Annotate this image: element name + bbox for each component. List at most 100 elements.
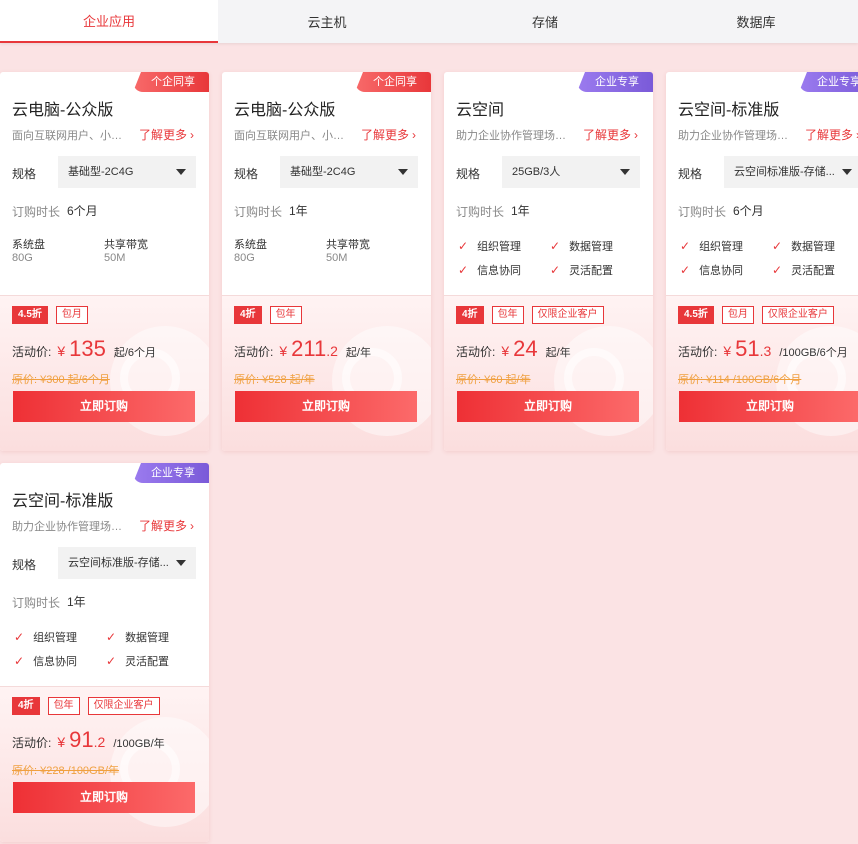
feature-label: 灵活配置 [125, 656, 170, 668]
spec-select[interactable]: 基础型-2C4G [58, 156, 196, 188]
tab-enterprise-apps[interactable]: 企业应用 [0, 0, 218, 43]
feature-label: 组织管理 [477, 241, 522, 253]
tag-badge: 包年 [491, 306, 524, 324]
feature-item: ✓ 信息协同 [458, 262, 521, 278]
ribbon-badge: 企业专享 [799, 72, 858, 92]
card-price-section: 4.5折 包月 仅限企业客户 活动价: ¥ 51 .3 /100GB/6个月 原价:… [666, 295, 858, 451]
ribbon-badge: 企业专享 [577, 72, 653, 92]
activity-price-label: 活动价: [12, 736, 52, 750]
check-icon: ✓ [772, 239, 783, 253]
buy-now-button[interactable]: 立即订购 [457, 391, 639, 422]
buy-now-button[interactable]: 立即订购 [13, 782, 195, 813]
card-price-section: 4折 包年 活动价: ¥ 211 .2 起/年 原价: ¥528 起/年 立即订购 [222, 295, 431, 451]
feature-label: 灵活配置 [791, 265, 836, 277]
price-decimal: .2 [326, 343, 338, 359]
spec-select[interactable]: 云空间标准版-存储... [58, 547, 196, 579]
tag-row: 4折 包年 [234, 306, 302, 324]
tag-badge: 包月 [55, 306, 88, 324]
learn-more-link[interactable]: 了解更多› [583, 126, 638, 143]
check-icon: ✓ [680, 239, 691, 253]
spec-label: 规格 [234, 167, 259, 181]
price-row: 活动价: ¥ 211 .2 起/年 [234, 336, 371, 362]
price-integer: 135 [69, 336, 106, 361]
duration-value[interactable]: 6个月 [67, 202, 98, 219]
spec-select[interactable]: 基础型-2C4G [280, 156, 418, 188]
discount-badge: 4折 [12, 697, 40, 715]
price-decimal: .3 [759, 343, 772, 359]
feature-item: ✓ 组织管理 [680, 238, 743, 254]
duration-label: 订购时长 [456, 205, 505, 219]
original-price: 原价: ¥300 起/6个月 [12, 374, 110, 386]
price-unit: /100GB/年 [113, 738, 165, 750]
feature-item: ✓ 信息协同 [14, 653, 77, 669]
original-price: 原价: ¥528 起/年 [234, 374, 315, 386]
feature-label: 数据管理 [791, 241, 836, 253]
product-title: 云电脑-公众版 [12, 102, 114, 119]
activity-price-label: 活动价: [678, 345, 718, 359]
spec-select[interactable]: 云空间标准版-存储... [724, 156, 858, 188]
system-disk-label: 系统盘 [12, 239, 45, 251]
ribbon-badge: 企业专享 [133, 463, 209, 483]
spec-label: 规格 [456, 167, 481, 181]
check-icon: ✓ [458, 239, 469, 253]
buy-now-button[interactable]: 立即订购 [13, 391, 195, 422]
discount-badge: 4折 [234, 306, 262, 324]
currency-symbol: ¥ [723, 343, 732, 359]
card-header-section: 企业专享 云空间-标准版 助力企业协作管理场景... 了解更多› 规格 云空间标… [666, 72, 858, 295]
product-title: 云电脑-公众版 [234, 102, 336, 119]
feature-item: ✓ 数据管理 [550, 238, 613, 254]
card-price-section: 4.5折 包月 活动价: ¥ 135 起/6个月 原价: ¥300 起/6个月 立… [0, 295, 209, 451]
duration-value[interactable]: 1年 [511, 202, 530, 219]
activity-price-label: 活动价: [456, 345, 496, 359]
price-integer: 91 [69, 727, 94, 752]
price-integer: 211 [291, 336, 327, 361]
buy-now-button[interactable]: 立即订购 [679, 391, 858, 422]
tag-badge: 仅限企业客户 [87, 697, 160, 715]
original-price: 原价: ¥228 /100GB/年 [12, 765, 119, 777]
learn-more-link[interactable]: 了解更多› [139, 517, 194, 534]
chevron-right-icon: › [190, 519, 195, 533]
feature-item: ✓ 组织管理 [14, 629, 77, 645]
discount-badge: 4折 [456, 306, 484, 324]
spec-label: 规格 [12, 558, 37, 572]
tag-badge: 仅限企业客户 [761, 306, 834, 324]
ribbon-badge: 个企同享 [355, 72, 431, 92]
check-icon: ✓ [550, 263, 561, 277]
chevron-right-icon: › [634, 128, 639, 142]
price-unit: 起/6个月 [113, 347, 157, 359]
feature-label: 数据管理 [569, 241, 614, 253]
card-header-section: 企业专享 云空间 助力企业协作管理场景... 了解更多 › 规格 25GB/3人 … [444, 72, 653, 295]
caret-down-icon [620, 169, 630, 175]
tab-database[interactable]: 数据库 [654, 0, 858, 43]
spec-select-value: 云空间标准版-存储... [734, 166, 835, 178]
learn-more-link[interactable]: 了解更多› [805, 126, 858, 143]
product-card: 企业专享 云空间 助力企业协作管理场景... 了解更多 › 规格 25GB/3人 … [444, 72, 653, 451]
tab-cloud-host[interactable]: 云主机 [218, 0, 436, 43]
learn-more-link[interactable]: 了解更多› [139, 126, 194, 143]
caret-down-icon [842, 169, 852, 175]
tag-row: 4折 包年 仅限企业客户 [456, 306, 604, 324]
ribbon-badge: 个企同享 [133, 72, 209, 92]
tab-storage[interactable]: 存储 [436, 0, 654, 43]
price-unit: 起/年 [345, 347, 371, 359]
caret-down-icon [176, 560, 186, 566]
check-icon: ✓ [14, 630, 25, 644]
duration-value[interactable]: 6个月 [733, 202, 764, 219]
price-unit: 起/年 [545, 347, 571, 359]
learn-more-label: 了解更多 [139, 519, 188, 533]
learn-more-link[interactable]: 了解更多› [361, 126, 416, 143]
tag-row: 4.5折 包月 [12, 306, 88, 324]
bandwidth-value: 50M [326, 252, 348, 264]
feature-label: 组织管理 [699, 241, 744, 253]
buy-now-button[interactable]: 立即订购 [235, 391, 417, 422]
duration-value[interactable]: 1年 [67, 593, 86, 610]
feature-label: 信息协同 [477, 265, 522, 277]
caret-down-icon [398, 169, 408, 175]
feature-item: ✓ 组织管理 [458, 238, 521, 254]
check-icon: ✓ [14, 654, 25, 668]
spec-select-value: 基础型-2C4G [290, 166, 356, 178]
spec-select[interactable]: 25GB/3人 [502, 156, 640, 188]
feature-label: 信息协同 [33, 656, 78, 668]
tag-badge: 包年 [269, 306, 302, 324]
duration-value[interactable]: 1年 [289, 202, 308, 219]
